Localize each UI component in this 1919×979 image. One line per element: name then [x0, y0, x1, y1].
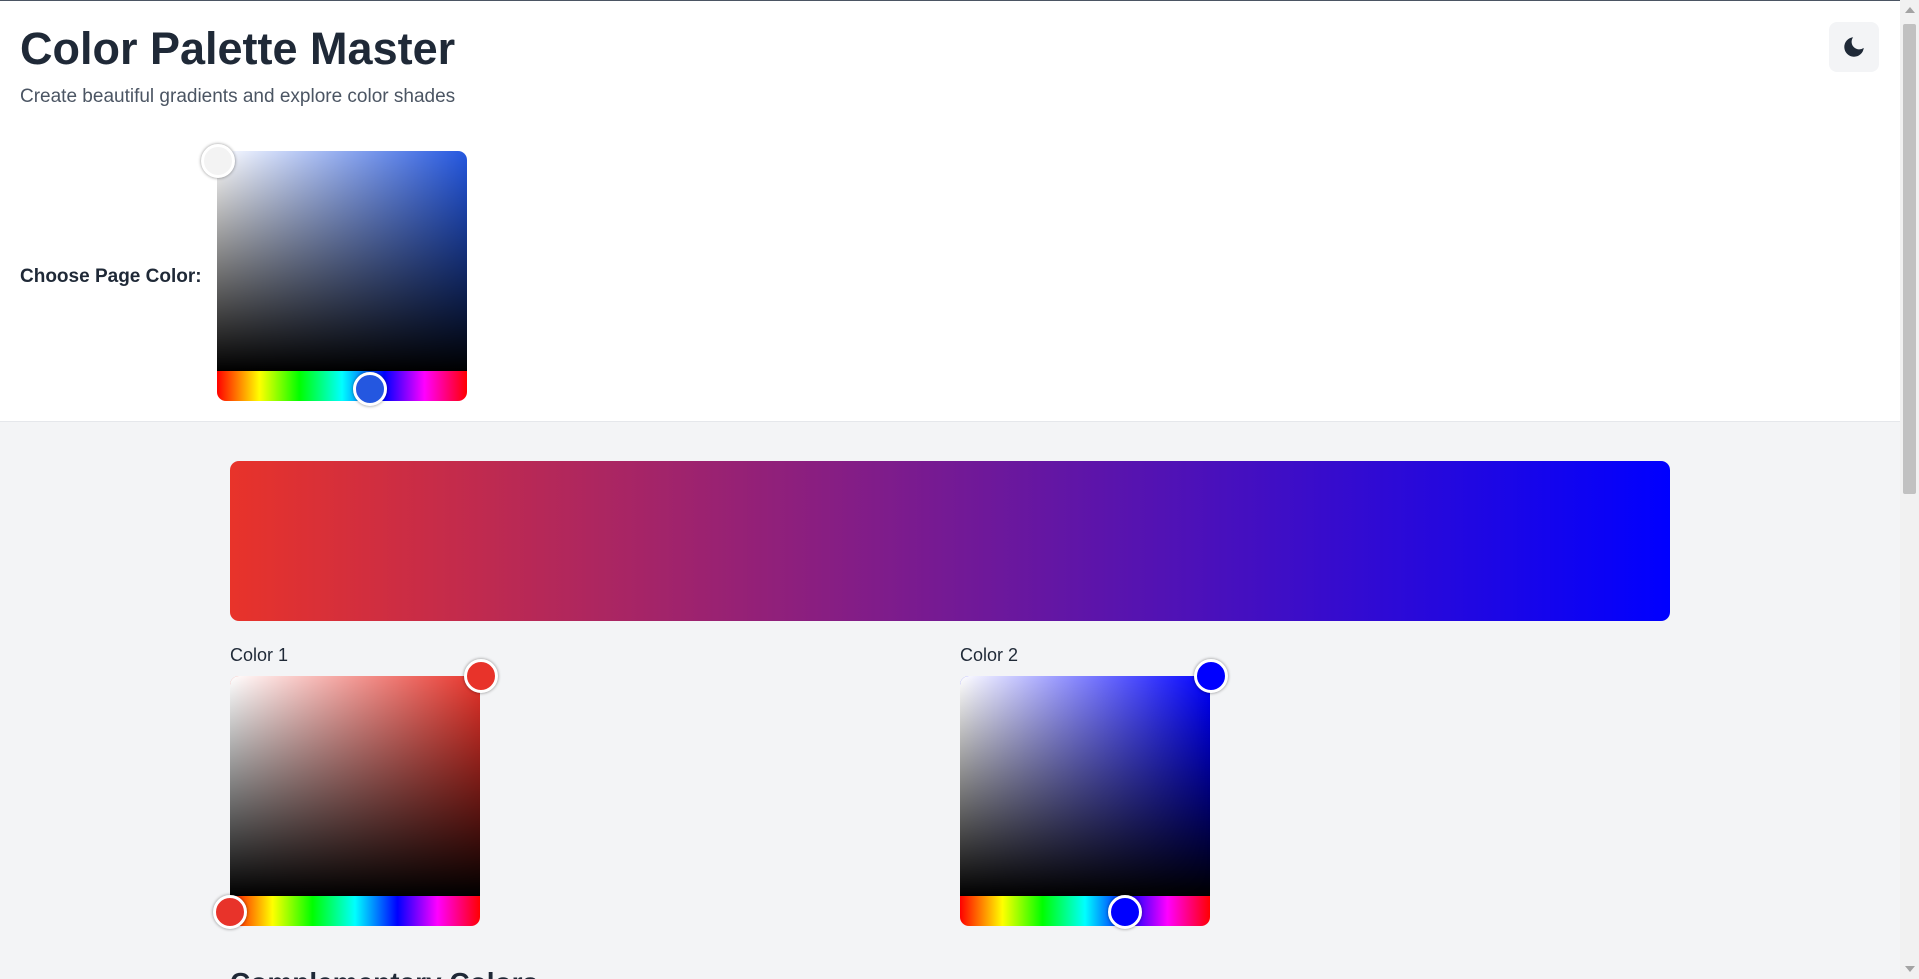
page-scrollbar[interactable]: [1900, 0, 1919, 979]
page-header: Color Palette Master Create beautiful gr…: [0, 1, 1900, 422]
color1-hue-handle[interactable]: [213, 895, 247, 929]
complementary-colors-heading: Complementary Colors: [230, 966, 538, 979]
page-subtitle: Create beautiful gradients and explore c…: [20, 86, 456, 107]
page-color-picker[interactable]: [201, 144, 467, 406]
gradient-preview: [230, 461, 1670, 621]
color2-label: Color 2: [960, 645, 1019, 665]
color2-hue-handle[interactable]: [1108, 895, 1142, 929]
page-color-label: Choose Page Color:: [20, 266, 202, 287]
color2-hue-slider[interactable]: [960, 896, 1210, 926]
color1-saturation-area[interactable]: [230, 676, 480, 896]
page-color-hue-slider[interactable]: [217, 371, 467, 401]
color1-picker[interactable]: [213, 659, 498, 929]
moon-icon: [1844, 37, 1864, 57]
page-title: Color Palette Master: [20, 23, 456, 74]
color1-hue-slider[interactable]: [230, 896, 480, 926]
theme-toggle-button[interactable]: [1829, 22, 1879, 72]
color2-picker[interactable]: [960, 659, 1228, 929]
color1-label: Color 1: [230, 645, 289, 665]
scrollbar-thumb[interactable]: [1903, 24, 1916, 494]
scroll-up-icon[interactable]: [1905, 7, 1915, 13]
page-color-hue-handle[interactable]: [352, 372, 387, 406]
page-color-saturation-handle[interactable]: [201, 144, 235, 178]
scroll-down-icon[interactable]: [1905, 966, 1915, 972]
page-color-saturation-area[interactable]: [217, 151, 467, 371]
color2-saturation-area[interactable]: [960, 676, 1210, 896]
color1-saturation-handle[interactable]: [464, 659, 498, 693]
color2-saturation-handle[interactable]: [1194, 659, 1228, 693]
